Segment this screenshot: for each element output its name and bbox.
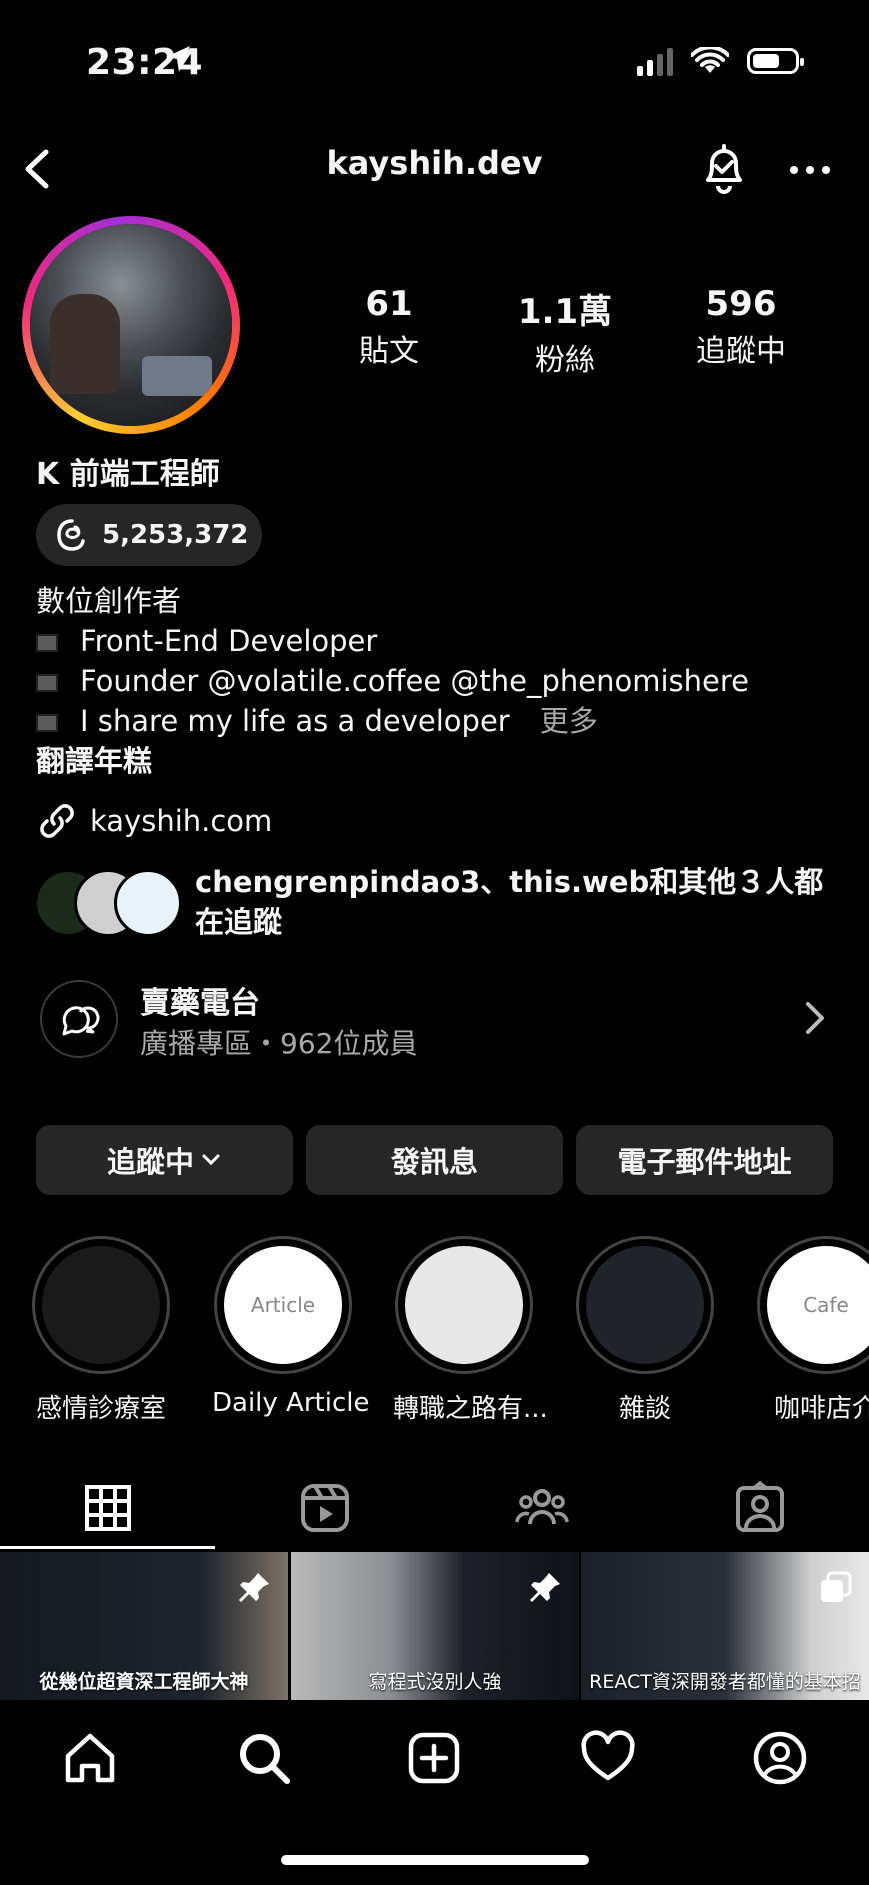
highlight-cover: Cafe <box>767 1246 869 1364</box>
threads-badge-button[interactable]: 5,253,372 <box>36 504 262 566</box>
profile-avatar[interactable] <box>22 216 240 434</box>
home-indicator <box>281 1855 589 1865</box>
notification-bell-button[interactable] <box>698 140 750 196</box>
highlight-cover <box>42 1246 160 1364</box>
profile-name: K 前端工程師 <box>36 457 220 492</box>
nav-home[interactable] <box>62 1730 118 1786</box>
avatar <box>114 869 182 937</box>
location-arrow-icon <box>164 44 192 74</box>
mutual-followers-text[interactable]: chengrenpindao3、this.web和其他３人都在追蹤 <box>195 862 835 942</box>
highlight-label: 轉職之路有... <box>393 1394 548 1424</box>
search-icon <box>240 1734 290 1784</box>
nav-search[interactable] <box>236 1730 292 1786</box>
following-stat[interactable]: 596 追蹤中 <box>671 284 811 370</box>
profile-link-text: kayshih.com <box>90 804 273 838</box>
bio-line: Founder @volatile.coffee @the_phenomishe… <box>36 661 749 701</box>
cellular-signal-icon <box>637 46 673 76</box>
tab-grid[interactable] <box>80 1480 136 1536</box>
channel-icon[interactable] <box>40 980 118 1058</box>
nav-activity[interactable] <box>580 1730 636 1786</box>
status-icons <box>637 46 804 76</box>
nav-create[interactable] <box>406 1730 462 1786</box>
following-button[interactable]: 追蹤中 <box>36 1125 293 1195</box>
link-icon <box>40 804 74 838</box>
highlight-cover <box>586 1246 704 1364</box>
channel-title[interactable]: 賣藥電台 <box>140 978 260 1022</box>
black-square-icon <box>36 714 58 732</box>
followers-stat[interactable]: 1.1萬 粉絲 <box>495 284 635 379</box>
more-options-button[interactable] <box>786 150 834 190</box>
following-count: 596 <box>705 284 777 324</box>
bio-line: Front-End Developer <box>36 621 377 661</box>
channel-subtitle: 廣播專區・962位成員 <box>140 1027 418 1060</box>
posts-stat[interactable]: 61 貼文 <box>319 284 459 370</box>
highlight-label: 咖啡店介 <box>773 1394 869 1424</box>
email-button[interactable]: 電子郵件地址 <box>576 1125 833 1195</box>
chevron-down-icon <box>202 1154 220 1166</box>
translate-link[interactable]: 翻譯年糕 <box>36 741 152 781</box>
black-square-icon <box>36 674 58 692</box>
highlight-item[interactable]: Cafe 咖啡店介 <box>755 1236 869 1425</box>
active-tab-indicator <box>0 1546 215 1549</box>
message-button[interactable]: 發訊息 <box>306 1125 563 1195</box>
tab-collab[interactable] <box>514 1480 570 1536</box>
profile-link[interactable]: kayshih.com <box>36 800 272 842</box>
followers-label: 粉絲 <box>535 343 595 378</box>
plus-square-icon <box>408 1732 460 1784</box>
bio-line: I share my life as a developer 更多 <box>36 701 598 741</box>
post-thumbnail[interactable]: REACT資深開發者都懂的基本招 <box>581 1552 869 1700</box>
tagged-icon <box>736 1480 784 1532</box>
highlight-label: 感情診療室 <box>35 1394 166 1424</box>
chevron-right-icon[interactable] <box>800 1000 830 1036</box>
posts-count: 61 <box>365 284 413 324</box>
post-thumbnail[interactable]: 從幾位超資深工程師大神 <box>0 1552 288 1700</box>
following-label: 追蹤中 <box>696 334 786 369</box>
followers-count: 1.1萬 <box>517 292 613 332</box>
post-caption: 從幾位超資深工程師大神 <box>39 1671 249 1693</box>
tab-tagged[interactable] <box>732 1480 788 1536</box>
profile-tabs <box>0 1470 869 1550</box>
reels-icon <box>301 1484 349 1532</box>
profile-icon <box>753 1731 807 1785</box>
grid-icon <box>85 1485 131 1531</box>
heart-icon <box>581 1730 635 1781</box>
highlight-label: 雜談 <box>618 1394 671 1424</box>
highlight-label: Daily Article <box>212 1388 370 1418</box>
posts-label: 貼文 <box>359 334 419 369</box>
highlight-item[interactable]: 雜談 <box>574 1236 716 1425</box>
wifi-icon <box>691 47 729 73</box>
carousel-icon <box>821 1571 852 1602</box>
profile-category: 數位創作者 <box>36 584 182 618</box>
threads-count: 5,253,372 <box>102 520 249 550</box>
home-icon <box>65 1733 115 1783</box>
black-square-icon <box>36 634 58 652</box>
post-caption: REACT資深開發者都懂的基本招 <box>589 1671 861 1693</box>
people-icon <box>515 1489 569 1525</box>
highlight-cover: Article <box>224 1246 342 1364</box>
pin-icon <box>239 1573 269 1602</box>
tab-reels[interactable] <box>297 1480 353 1536</box>
highlight-item[interactable]: 轉職之路有... <box>393 1236 548 1425</box>
highlight-cover <box>405 1246 523 1364</box>
nav-profile[interactable] <box>752 1730 808 1786</box>
bio-more-link[interactable]: 更多 <box>540 704 598 738</box>
pin-icon <box>530 1573 560 1602</box>
mutual-followers-avatars[interactable] <box>34 869 184 937</box>
highlight-item[interactable]: Article Daily Article <box>212 1236 370 1418</box>
post-caption: 寫程式沒別人強 <box>368 1671 502 1693</box>
highlight-item[interactable]: 感情診療室 <box>30 1236 172 1425</box>
post-thumbnail[interactable]: 寫程式沒別人強 <box>291 1552 579 1700</box>
threads-icon <box>57 519 85 551</box>
battery-icon <box>747 48 804 74</box>
